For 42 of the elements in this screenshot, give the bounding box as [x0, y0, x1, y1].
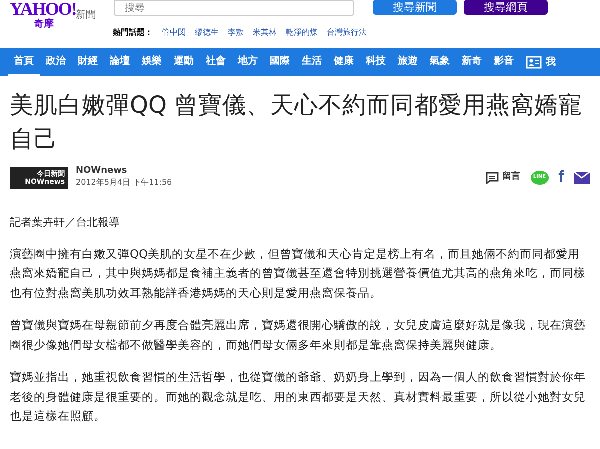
- topic-link[interactable]: 繆德生: [195, 27, 219, 39]
- logo-text[interactable]: YAHOO!: [10, 0, 76, 18]
- nav-tab[interactable]: 地方: [232, 48, 264, 76]
- search-button[interactable]: 搜尋網頁: [464, 0, 548, 15]
- article-paragraph: 寶媽並指出，她重視飲食習慣的生活哲學，也從寶儀的爺爺、奶奶身上學到，因為一個人的飲食習慣對於你年老後的身體健康是很重要的。而她的觀念就是吃、用的東西都要是天然、真材實料最重要，所以從小她對女兒也是這樣在照顧。: [10, 369, 587, 425]
- topic-link[interactable]: 乾淨的煤: [286, 27, 318, 39]
- nav-tab[interactable]: 新奇: [456, 48, 488, 76]
- nav-tab[interactable]: 生活: [296, 48, 328, 76]
- nav-tab[interactable]: 論壇: [104, 48, 136, 76]
- mail-icon[interactable]: [574, 172, 590, 184]
- topic-link[interactable]: 管中閔: [162, 27, 186, 39]
- nav-tab[interactable]: 財經: [72, 48, 104, 76]
- nav-tab[interactable]: 氣象: [424, 48, 456, 76]
- nav-tab[interactable]: 政治: [40, 48, 72, 76]
- topic-link[interactable]: 李敖: [228, 27, 244, 39]
- nav-tab[interactable]: 科技: [360, 48, 392, 76]
- nav-tab[interactable]: 旅遊: [392, 48, 424, 76]
- logo-subtitle: 奇摩: [34, 17, 54, 32]
- publish-date: 2012年5月4日 下午11:56: [76, 177, 172, 189]
- nav-tab[interactable]: 影音: [488, 48, 520, 76]
- search-field[interactable]: 搜尋: [114, 0, 354, 16]
- nav-tab[interactable]: 首頁: [8, 48, 40, 76]
- hot-topics-label: 熱門話題：: [113, 27, 153, 39]
- nav-tab[interactable]: 社會: [200, 48, 232, 76]
- search-button[interactable]: 搜尋新聞: [373, 0, 457, 15]
- nav-tab[interactable]: 娛樂: [136, 48, 168, 76]
- byline: 記者葉卉軒／台北報導: [10, 215, 121, 231]
- nav-tab[interactable]: 運動: [168, 48, 200, 76]
- article-title: 美肌白嫩彈QQ 曾寶儀、天心不約而同都愛用燕窩嬌寵自己: [10, 90, 584, 155]
- nav-tab[interactable]: 國際: [264, 48, 296, 76]
- facebook-share-button[interactable]: f: [558, 170, 564, 186]
- source-name[interactable]: NOWnews: [76, 166, 172, 177]
- comment-icon[interactable]: [486, 172, 499, 184]
- article-paragraph: 曾寶儀與寶媽在母親節前夕再度合體亮麗出席，寶媽還很開心驕傲的說，女兒皮膚這麼好就是像我，現在演藝圈很少像她們母女檔都不做醫學美容的，而她們母女倆多年來則都是靠燕窩保持美麗與健康。: [10, 317, 587, 354]
- topic-link[interactable]: 台灣旅行法: [327, 27, 367, 39]
- section-name: 新聞: [76, 8, 96, 23]
- article-paragraph: 演藝圈中擁有白嫩又彈QQ美肌的女星不在少數，但曾寶儀和天心肯定是榜上有名，而且她倆不約而同都愛用燕窩來嬌寵自己，其中與媽媽都是食補主義者的曾寶儀甚至還會特別挑選營養價值尤其高的燕角來吃，而同樣也有位對燕窩美肌功效耳熟能詳香港媽媽的天心則是愛用燕窩保養品。: [10, 246, 587, 302]
- nav-tab[interactable]: 健康: [328, 48, 360, 76]
- topic-link[interactable]: 米其林: [253, 27, 277, 39]
- profile-card-icon[interactable]: [526, 56, 542, 68]
- comment-link[interactable]: 留言: [502, 170, 521, 184]
- account-link[interactable]: 我: [546, 54, 556, 70]
